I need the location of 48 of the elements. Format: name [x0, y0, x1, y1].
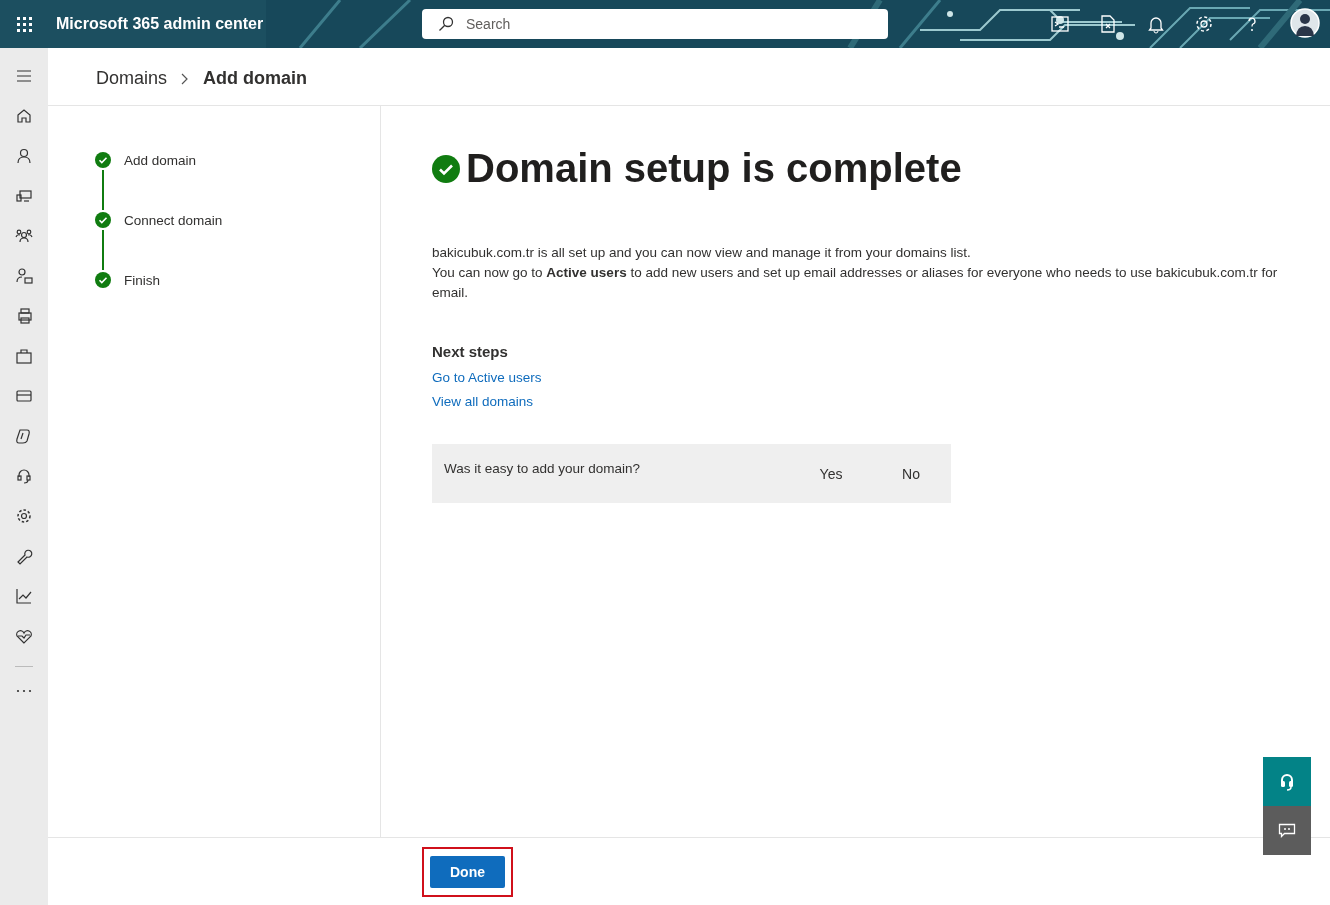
description-text: You can now go to Active users to add new users and set up email addresses or aliases for everyone who needs to use bakicubuk.com.tr for email. — [432, 264, 1279, 302]
breadcrumb-link[interactable]: Domains — [96, 68, 168, 89]
bag-icon[interactable] — [15, 347, 33, 365]
app-launcher-icon — [16, 16, 32, 32]
terminal-icon[interactable] — [1050, 14, 1070, 34]
settings-icon[interactable] — [1194, 14, 1214, 34]
feedback-button[interactable] — [1263, 806, 1311, 855]
done-button[interactable]: Done — [430, 856, 505, 888]
person-icon[interactable] — [15, 147, 33, 165]
chat-icon — [1278, 822, 1296, 839]
feedback-option[interactable]: Yes — [791, 457, 871, 490]
headset-icon — [1279, 772, 1295, 791]
settings-icon[interactable] — [15, 507, 33, 525]
step-label: Connect domain — [124, 212, 223, 228]
notifications-icon[interactable] — [1146, 14, 1166, 34]
step-connector — [102, 170, 104, 210]
headset-icon[interactable] — [15, 467, 33, 485]
search-input[interactable]: Search — [464, 15, 888, 33]
chart-icon[interactable] — [15, 587, 33, 605]
person-icon — [1290, 8, 1320, 38]
search-field[interactable]: Search — [422, 9, 888, 39]
step-connector — [102, 230, 104, 270]
step-label: Add domain — [124, 152, 197, 168]
printer-icon[interactable] — [15, 307, 33, 325]
feedback-question: Was it easy to add your domain? — [444, 461, 641, 476]
feedback-option[interactable]: No — [871, 457, 951, 490]
monitor-icon[interactable] — [15, 187, 33, 205]
search-icon — [438, 16, 454, 32]
step-label: Finish — [124, 272, 160, 288]
help-button[interactable] — [1263, 757, 1311, 806]
person-briefcase-icon[interactable] — [15, 267, 33, 285]
page-heading: Domain setup is complete — [466, 146, 962, 191]
home-icon[interactable] — [15, 107, 33, 125]
loop-icon[interactable] — [15, 427, 33, 445]
group-icon[interactable] — [15, 227, 33, 245]
section-title: Next steps — [432, 343, 509, 360]
check-icon — [432, 154, 460, 183]
document-icon[interactable] — [1098, 14, 1118, 34]
app-title: Microsoft 365 admin center — [56, 15, 264, 33]
heart-pulse-icon[interactable] — [15, 627, 33, 645]
description-text: bakicubuk.com.tr is all set up and you can now view and manage it from your domains list. — [432, 244, 972, 262]
link[interactable]: Go to Active users — [432, 366, 542, 390]
breadcrumb-current: Add domain — [203, 68, 308, 89]
link[interactable]: View all domains — [432, 390, 534, 414]
card-icon[interactable] — [15, 387, 33, 405]
wrench-icon[interactable] — [15, 547, 33, 565]
user-avatar[interactable] — [1290, 8, 1322, 40]
menu-icon[interactable] — [15, 67, 33, 85]
